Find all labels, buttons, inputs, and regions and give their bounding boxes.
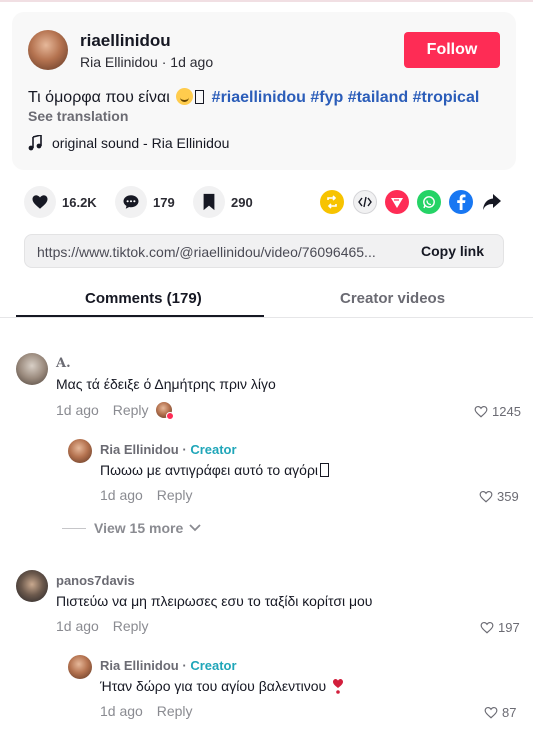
video-link-url[interactable]: https://www.tiktok.com/@riaellinidou/vid… [37, 244, 397, 260]
tab-divider [0, 317, 533, 318]
comment-like-button[interactable]: 197 [480, 620, 520, 635]
comment-meta: 1d ago Reply [56, 618, 149, 634]
author-username[interactable]: riaellinidou [80, 31, 171, 51]
reply-button[interactable]: Reply [157, 487, 193, 503]
comment-icon [115, 186, 147, 218]
comment-like-button[interactable]: 1245 [474, 404, 521, 419]
reply-like-count: 359 [497, 489, 519, 504]
sound-link[interactable]: original sound - Ria Ellinidou [52, 135, 229, 151]
embed-code-icon[interactable] [353, 190, 377, 214]
post-caption: Τι όμορφα που είναι #riaellinidou #fyp #… [28, 88, 479, 107]
link-box: https://www.tiktok.com/@riaellinidou/vid… [24, 234, 504, 268]
reply-like-count: 87 [502, 705, 517, 720]
whatsapp-icon[interactable] [417, 190, 441, 214]
commenter-avatar[interactable] [16, 570, 48, 602]
reply-button[interactable]: Reply [113, 402, 149, 418]
reply-text: Πωωω με αντιγράφει αυτό το αγόρι [100, 462, 332, 478]
follow-button[interactable]: Follow [404, 32, 500, 68]
caption-text: Τι όμορφα που είναι [28, 89, 170, 106]
creator-badge: Creator [190, 658, 237, 673]
repost-icon[interactable] [320, 190, 344, 214]
comment-text: Πιστεύω να μη πλειρωσες εσυ το ταξίδι κο… [56, 593, 373, 609]
reply-text-content: Πωωω με αντιγράφει αυτό το αγόρι [100, 462, 319, 478]
music-note-icon [28, 135, 42, 151]
chevron-down-icon [189, 524, 201, 532]
reply-author-name[interactable]: Ria Ellinidou [100, 658, 179, 673]
reply-author-avatar[interactable] [68, 439, 92, 463]
tab-comments[interactable]: Comments (179) [85, 290, 202, 307]
commenter-avatar[interactable] [16, 353, 48, 385]
reply-button[interactable]: Reply [113, 618, 149, 634]
post-time: 1d ago [170, 54, 214, 70]
comment-like-count: 1245 [492, 404, 521, 419]
reply-meta: 1d ago Reply [100, 703, 193, 719]
save-count: 290 [231, 194, 253, 210]
reply-author-name[interactable]: Ria Ellinidou [100, 442, 179, 457]
heart-outline-icon [480, 621, 494, 634]
divider-line [62, 527, 86, 529]
author-subline: Ria Ellinidou · 1d ago [80, 54, 213, 70]
comment-text: Μας τά έδειξε ό Δημήτρης πριν λίγο [56, 376, 276, 392]
bookmark-icon [193, 186, 225, 218]
heart-outline-icon [479, 490, 493, 503]
comment-time: 1d ago [56, 618, 99, 634]
see-translation-link[interactable]: See translation [28, 108, 128, 124]
reply-button[interactable]: Reply [157, 703, 193, 719]
heart-outline-icon [474, 405, 488, 418]
comment-count: 179 [153, 194, 175, 210]
missing-glyph-icon [320, 463, 330, 477]
creator-liked-heart-icon [166, 412, 174, 420]
view-more-label: View 15 more [94, 520, 184, 536]
creator-badge: Creator [190, 442, 237, 457]
comment-action[interactable]: 179 [115, 186, 175, 218]
reply-like-button[interactable]: 359 [479, 489, 519, 504]
heart-icon [24, 186, 56, 218]
reply-text-content: Ήταν δώρο για του αγίου βαλεντινου [100, 678, 327, 694]
author-avatar[interactable] [28, 30, 68, 70]
copy-link-button[interactable]: Copy link [421, 243, 484, 259]
reply-author-avatar[interactable] [68, 655, 92, 679]
facebook-icon[interactable] [449, 190, 473, 214]
missing-glyph-icon [195, 90, 205, 104]
comment-like-count: 197 [498, 620, 520, 635]
reply-time: 1d ago [100, 703, 143, 719]
heart-exclamation-emoji-icon [333, 679, 344, 694]
reply-text: Ήταν δώρο για του αγίου βαλεντινου [100, 678, 344, 694]
save-action[interactable]: 290 [193, 186, 253, 218]
commenter-name[interactable]: A. [56, 356, 71, 371]
post-card: riaellinidou Ria Ellinidou · 1d ago Foll… [12, 12, 516, 170]
reply-author-line: Ria Ellinidou · Creator [100, 658, 237, 673]
share-arrow-icon[interactable] [480, 190, 504, 214]
like-action[interactable]: 16.2K [24, 186, 97, 218]
caption-hashtags[interactable]: #riaellinidou #fyp #tailand #tropical [212, 89, 480, 106]
reply-time: 1d ago [100, 487, 143, 503]
reply-author-line: Ria Ellinidou · Creator [100, 442, 237, 457]
send-icon[interactable] [385, 190, 409, 214]
comment-meta: 1d ago Reply [56, 402, 149, 418]
top-border [0, 0, 533, 2]
tab-creator-videos[interactable]: Creator videos [340, 290, 445, 307]
comment-time: 1d ago [56, 402, 99, 418]
author-display-name: Ria Ellinidou [80, 54, 158, 70]
heart-outline-icon [484, 706, 498, 719]
reply-like-button[interactable]: 87 [484, 705, 516, 720]
like-count: 16.2K [62, 194, 97, 210]
reply-meta: 1d ago Reply [100, 487, 193, 503]
separator-dot: · [161, 54, 171, 70]
commenter-name[interactable]: panos7davis [56, 573, 135, 588]
view-more-replies-button[interactable]: View 15 more [62, 520, 201, 536]
smile-emoji-icon [176, 88, 194, 105]
